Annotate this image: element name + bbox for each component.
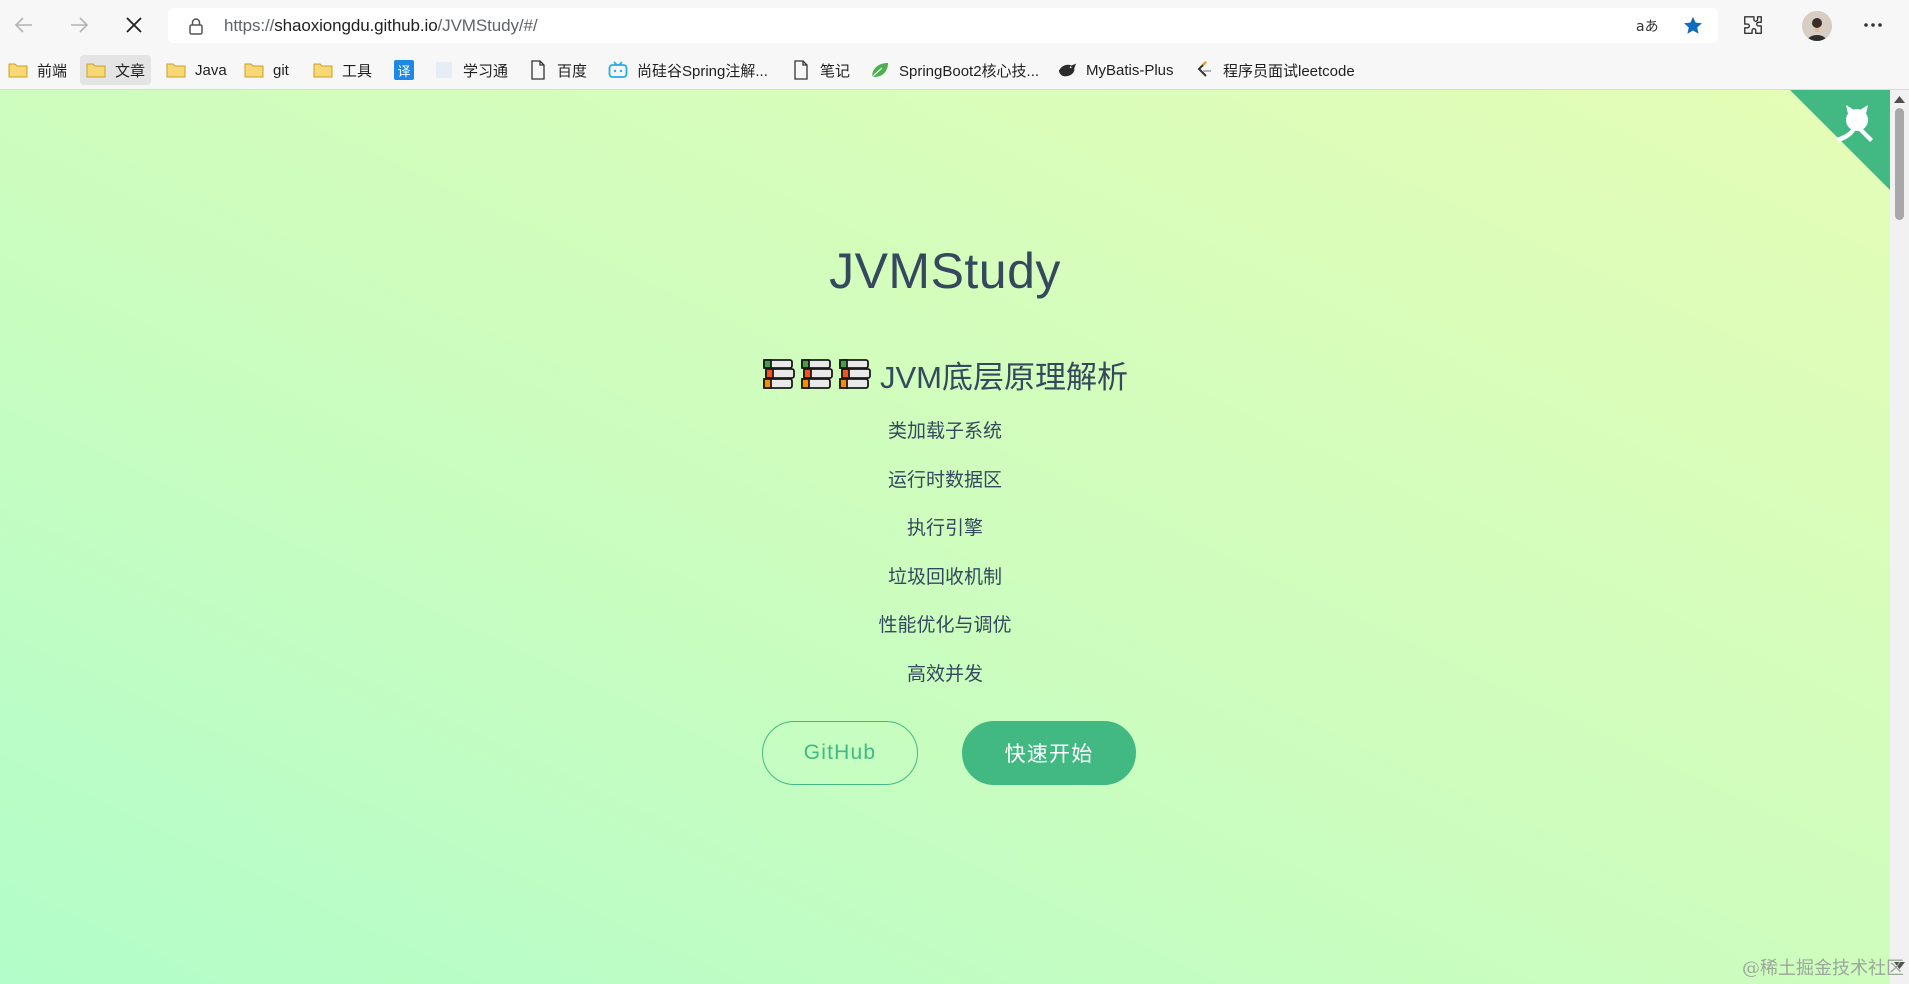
scrollbar-thumb[interactable] — [1895, 108, 1904, 220]
github-button[interactable]: GitHub — [762, 721, 918, 785]
bookmark-label: 尚硅谷Spring注解... — [637, 62, 768, 80]
list-item: 垃圾回收机制 — [887, 566, 1002, 588]
avatar[interactable] — [1802, 11, 1832, 41]
list-item: 高效并发 — [906, 663, 983, 685]
bookmark-label: SpringBoot2核心技... — [899, 62, 1040, 80]
bookmark-baidu[interactable]: 百度 — [522, 55, 593, 85]
bird-icon — [1057, 61, 1077, 79]
bookmark-springboot[interactable]: SpringBoot2核心技... — [864, 55, 1045, 85]
lock-icon[interactable] — [188, 17, 204, 35]
books-emoji-group — [762, 358, 876, 390]
back-button[interactable] — [7, 9, 41, 41]
quick-start-button[interactable]: 快速开始 — [962, 721, 1136, 785]
bookmark-label: 文章 — [115, 62, 146, 80]
stop-loading-button[interactable] — [117, 9, 151, 41]
cover-topic-list: 类加载子系统 运行时数据区 执行引擎 垃圾回收机制 性能优化与调优 高效并发 — [0, 408, 1890, 699]
bilibili-icon — [608, 61, 628, 79]
bookmark-folder-frontend[interactable]: 前端 — [2, 55, 73, 85]
bookmark-label: Java — [195, 61, 227, 79]
bookmark-translate[interactable]: 译 — [388, 55, 420, 85]
folder-icon — [244, 61, 264, 79]
url-text[interactable]: https://shaoxiongdu.github.io/JVMStudy/#… — [224, 16, 538, 36]
bookmark-label: 学习通 — [463, 62, 509, 80]
read-aloud-icon[interactable]: aあ — [1636, 15, 1658, 37]
list-item: 性能优化与调优 — [878, 615, 1012, 636]
bookmark-label: git — [273, 61, 289, 79]
leetcode-icon — [1194, 61, 1214, 79]
bookmark-notes[interactable]: 笔记 — [785, 55, 856, 85]
bookmark-label: 笔记 — [820, 62, 851, 80]
svg-text:aあ: aあ — [1636, 19, 1658, 34]
page-icon — [434, 61, 454, 79]
bookmark-folder-git[interactable]: git — [238, 55, 295, 85]
bookmark-bilibili-spring[interactable]: 尚硅谷Spring注解... — [602, 55, 774, 85]
leaf-icon — [870, 61, 890, 79]
bookmark-mybatis-plus[interactable]: MyBatis-Plus — [1051, 55, 1180, 85]
url-prefix: https:// — [224, 16, 275, 35]
cover-title: JVMStudy — [829, 243, 1061, 299]
more-menu-icon[interactable] — [1856, 9, 1890, 41]
docsify-cover-page: JVMStudy JVM底层原理解析 类加载子系统 运行时数据区 执行引擎 垃圾… — [0, 90, 1890, 984]
books-icon — [763, 359, 795, 389]
bookmarks-bar: 前端 文章 Java git 工具 译 学习通 百度 尚硅谷Spring注解..… — [0, 50, 1909, 90]
url-host: shaoxiongdu.github.io — [274, 16, 438, 35]
bookmark-label: 百度 — [557, 62, 588, 80]
folder-icon — [313, 61, 333, 79]
address-bar[interactable]: https://shaoxiongdu.github.io/JVMStudy/#… — [168, 8, 1718, 43]
translate-icon: 译 — [394, 60, 414, 80]
back-arrow-icon — [14, 17, 32, 33]
watermark-text: @稀土掘金技术社区 — [1742, 958, 1904, 979]
bookmark-label: 前端 — [37, 62, 68, 80]
github-corner[interactable] — [1790, 90, 1890, 190]
stop-loading-icon — [126, 17, 142, 33]
translate-icon-text: 译 — [394, 60, 414, 80]
document-icon — [528, 60, 548, 80]
forward-button[interactable] — [62, 9, 96, 41]
list-item: 运行时数据区 — [887, 469, 1002, 491]
list-item: 类加载子系统 — [887, 421, 1002, 442]
bookmark-folder-articles[interactable]: 文章 — [80, 55, 152, 85]
bookmark-folder-java[interactable]: Java — [160, 55, 233, 85]
folder-icon — [8, 61, 28, 79]
bookmark-label: MyBatis-Plus — [1086, 61, 1174, 79]
forward-arrow-icon — [71, 17, 89, 33]
url-path: /JVMStudy/#/ — [437, 16, 538, 35]
folder-icon — [166, 61, 186, 79]
cover-subtitle: JVM底层原理解析 — [0, 354, 1890, 395]
extensions-icon[interactable] — [1736, 9, 1770, 41]
bookmark-xuexitong[interactable]: 学习通 — [428, 55, 514, 85]
bookmark-leetcode[interactable]: 程序员面试leetcode — [1188, 55, 1361, 85]
bookmark-label: 工具 — [342, 62, 373, 80]
cover-subtitle-text: JVM底层原理解析 — [880, 359, 1128, 395]
scroll-up-arrow-icon[interactable] — [1894, 96, 1905, 103]
document-icon — [791, 60, 811, 80]
books-icon — [801, 359, 833, 389]
bookmark-label: 程序员面试leetcode — [1223, 62, 1355, 80]
bookmark-folder-tools[interactable]: 工具 — [307, 55, 378, 85]
favorite-star-icon[interactable] — [1682, 15, 1704, 37]
vertical-scrollbar[interactable] — [1890, 90, 1909, 984]
browser-toolbar: https://shaoxiongdu.github.io/JVMStudy/#… — [0, 0, 1909, 50]
books-icon — [839, 359, 871, 389]
list-item: 执行引擎 — [906, 518, 983, 539]
folder-icon — [86, 61, 106, 79]
